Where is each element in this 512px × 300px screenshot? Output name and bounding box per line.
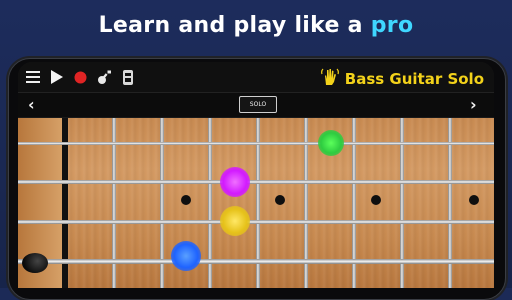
fret-marker bbox=[371, 195, 381, 205]
headline-text: Learn and play like a bbox=[98, 13, 371, 38]
tuning-peg bbox=[22, 253, 48, 273]
solo-button[interactable]: SOLO bbox=[239, 96, 277, 113]
menu-icon[interactable] bbox=[26, 69, 40, 85]
nav-bar: ‹ SOLO › bbox=[18, 92, 494, 117]
string-2[interactable] bbox=[18, 180, 494, 184]
record-icon[interactable] bbox=[73, 69, 87, 85]
play-icon[interactable] bbox=[50, 69, 64, 85]
next-arrow[interactable]: › bbox=[470, 95, 477, 114]
guitar-icon[interactable] bbox=[96, 69, 112, 85]
note-green[interactable] bbox=[318, 130, 344, 156]
fret-marker bbox=[275, 195, 285, 205]
app-screen: Bass Guitar Solo ‹ SOLO › bbox=[18, 62, 494, 288]
note-blue[interactable] bbox=[171, 241, 201, 271]
metronome-icon[interactable] bbox=[122, 69, 134, 85]
fret-marker bbox=[469, 195, 479, 205]
note-yellow[interactable] bbox=[220, 206, 250, 236]
app-title: Bass Guitar Solo bbox=[320, 68, 484, 90]
toolbar: Bass Guitar Solo bbox=[18, 62, 494, 92]
string-4[interactable] bbox=[18, 259, 494, 264]
app-title-text: Bass Guitar Solo bbox=[344, 70, 484, 88]
headline: Learn and play like a pro bbox=[0, 13, 512, 38]
hand-icon bbox=[320, 68, 339, 90]
headline-accent: pro bbox=[370, 13, 414, 38]
string-1[interactable] bbox=[18, 142, 494, 145]
fret-marker bbox=[181, 195, 191, 205]
note-magenta[interactable] bbox=[220, 167, 250, 197]
string-3[interactable] bbox=[18, 220, 494, 224]
prev-arrow[interactable]: ‹ bbox=[28, 95, 35, 114]
